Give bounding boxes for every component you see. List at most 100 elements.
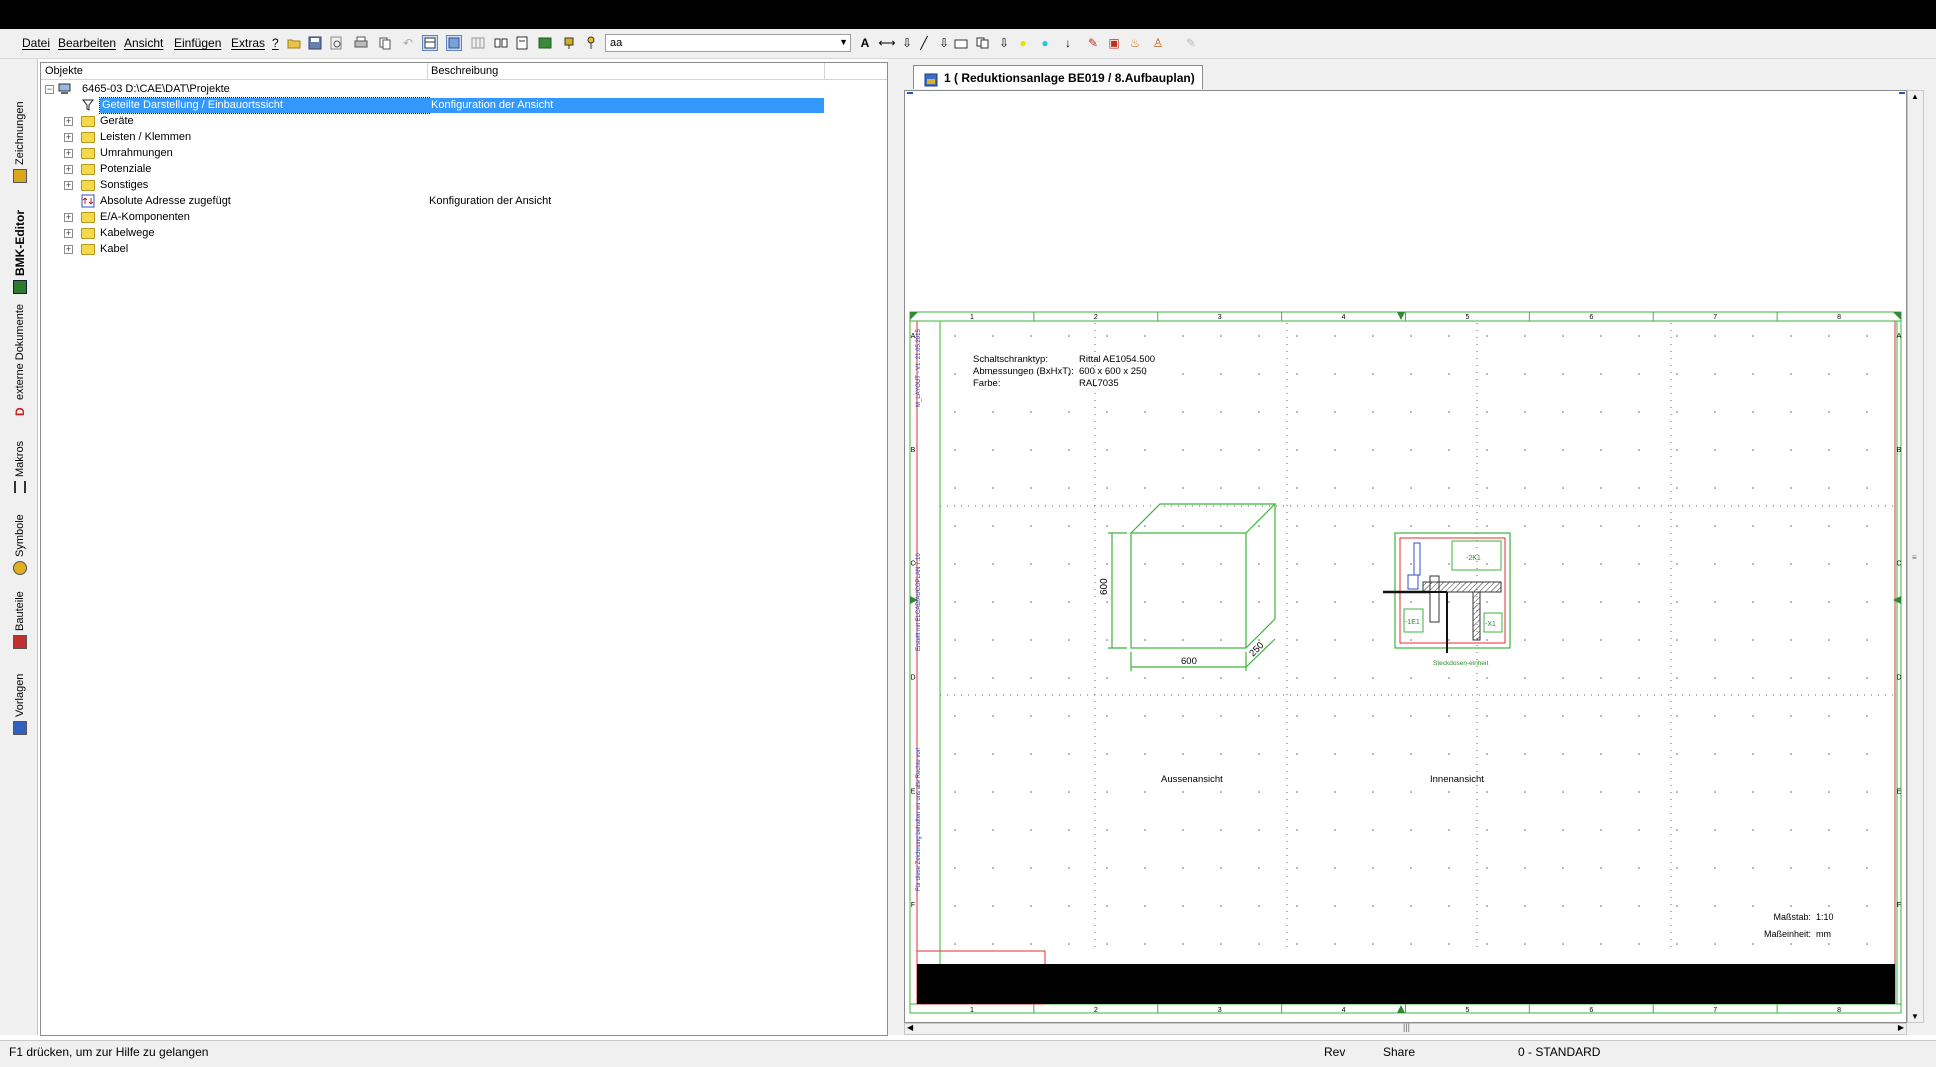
insert-icon[interactable]: ⇩ bbox=[899, 35, 915, 51]
pane-splitter[interactable] bbox=[888, 59, 901, 1035]
flame-icon[interactable]: ♨ bbox=[1127, 35, 1143, 51]
menu-einfuegen[interactable]: Einfügen bbox=[174, 36, 221, 50]
tab-zeichnungen-label: Zeichnungen bbox=[14, 101, 26, 165]
tree-row[interactable]: + E/A-Komponenten bbox=[41, 210, 887, 225]
hscroll-thumb-grip-icon[interactable]: ||| bbox=[1403, 1022, 1410, 1032]
grid-dot bbox=[1334, 411, 1336, 413]
rectangle-icon[interactable] bbox=[953, 35, 969, 51]
column-divider[interactable] bbox=[824, 63, 825, 79]
grid-dot bbox=[1828, 373, 1830, 375]
save-icon[interactable] bbox=[307, 35, 323, 51]
expand-icon[interactable]: + bbox=[64, 229, 73, 238]
copy-icon[interactable] bbox=[377, 35, 393, 51]
grid-dot bbox=[1790, 829, 1792, 831]
tab-symbole[interactable]: Symbole bbox=[9, 497, 31, 575]
arrow-down-icon[interactable]: ↓ bbox=[1060, 35, 1076, 51]
tree-row[interactable]: + Kabelwege bbox=[41, 226, 887, 241]
scroll-thumb-grip-icon[interactable]: ≡ bbox=[1912, 553, 1917, 562]
tree-root[interactable]: − 6465-03 D:\CAE\DAT\Projekte bbox=[41, 82, 887, 97]
grid-dot bbox=[1182, 639, 1184, 641]
menu-ansicht[interactable]: Ansicht bbox=[124, 36, 163, 50]
tree-row-description: Konfiguration der Ansicht bbox=[429, 195, 552, 207]
expand-icon[interactable]: + bbox=[64, 181, 73, 190]
vertical-scrollbar[interactable]: ▲ ≡ ▼ bbox=[1907, 90, 1924, 1023]
yellow-dot-icon[interactable]: ● bbox=[1015, 35, 1031, 51]
tab-makros[interactable]: Makros bbox=[9, 421, 31, 493]
person-icon[interactable]: ♙ bbox=[1150, 35, 1166, 51]
report-icon[interactable] bbox=[514, 35, 530, 51]
tree-row[interactable]: + Potenziale bbox=[41, 162, 887, 177]
tab-bauteile[interactable]: Bauteile bbox=[9, 579, 31, 649]
tool-icon[interactable]: ✎ bbox=[1085, 35, 1101, 51]
document-tab[interactable]: 1 ( Reduktionsanlage BE019 / 8.Aufbaupla… bbox=[913, 65, 1203, 89]
text-icon[interactable]: A bbox=[857, 35, 873, 51]
cyan-dot-icon[interactable]: ● bbox=[1037, 35, 1053, 51]
grid-dot bbox=[1258, 335, 1260, 337]
tree-row[interactable]: + Kabel bbox=[41, 242, 887, 257]
tree-row[interactable]: + Sonstiges bbox=[41, 178, 887, 193]
menu-datei[interactable]: Datei bbox=[22, 36, 50, 50]
grid-dot bbox=[1372, 715, 1374, 717]
grid-dot bbox=[1866, 563, 1868, 565]
expand-icon[interactable]: + bbox=[64, 133, 73, 142]
tree-row[interactable]: Geteilte Darstellung / Einbauortssicht Ko… bbox=[41, 97, 887, 114]
dimension-icon[interactable]: ⟷ bbox=[878, 35, 895, 51]
tab-bmk-editor[interactable]: BMK-Editor bbox=[9, 184, 31, 294]
print-preview-icon[interactable] bbox=[328, 35, 344, 51]
grid-dot bbox=[1524, 867, 1526, 869]
scroll-right-icon[interactable]: ▶ bbox=[1898, 1023, 1904, 1032]
tab-externe-dokumente[interactable]: D externe Dokumente bbox=[9, 296, 31, 416]
collapse-icon[interactable]: − bbox=[45, 85, 54, 94]
tab-zeichnungen[interactable]: Zeichnungen bbox=[9, 71, 31, 183]
expand-icon[interactable]: + bbox=[64, 117, 73, 126]
drawing-canvas[interactable]: 1 2 3 4 5 6 7 8 1 2 3 4 5 6 7 8 A B C D E F A B C D E F Für dies… bbox=[904, 90, 1907, 1023]
scroll-up-icon[interactable]: ▲ bbox=[1911, 92, 1919, 101]
row-letter: C bbox=[910, 561, 915, 568]
copy-doc-icon[interactable] bbox=[975, 35, 991, 51]
tree-row[interactable]: + Geräte bbox=[41, 114, 887, 129]
insert-arrow-icon[interactable]: ⇩ bbox=[936, 35, 952, 51]
grid-dot bbox=[1068, 867, 1070, 869]
horizontal-scrollbar[interactable]: ◀ ||| ▶ bbox=[904, 1022, 1907, 1035]
key-icon[interactable] bbox=[583, 35, 599, 51]
export-icon[interactable] bbox=[537, 35, 553, 51]
expand-icon[interactable]: + bbox=[64, 165, 73, 174]
undo-icon[interactable]: ↶ bbox=[400, 35, 416, 51]
menu-help[interactable]: ? bbox=[272, 36, 279, 50]
insert2-icon[interactable]: ⇩ bbox=[996, 35, 1012, 51]
scroll-down-icon[interactable]: ▼ bbox=[1911, 1012, 1919, 1021]
info-label-dim: Abmessungen (BxHxT): bbox=[973, 366, 1074, 377]
line-icon[interactable]: ╱ bbox=[916, 35, 932, 51]
tab-vorlagen[interactable]: Vorlagen bbox=[9, 655, 31, 735]
grid-icon[interactable] bbox=[470, 35, 486, 51]
overview-icon[interactable] bbox=[446, 35, 462, 51]
label-e1: -1E1 bbox=[1405, 619, 1420, 626]
expand-icon[interactable]: + bbox=[64, 213, 73, 222]
grid-dot bbox=[1790, 867, 1792, 869]
column-divider[interactable] bbox=[427, 63, 428, 79]
connector-icon[interactable]: ▣ bbox=[1106, 35, 1122, 51]
grid-dot bbox=[1866, 373, 1868, 375]
plug-icon[interactable] bbox=[561, 35, 577, 51]
col-objects-header[interactable]: Objekte bbox=[45, 65, 83, 77]
chevron-down-icon[interactable]: ▼ bbox=[839, 37, 848, 47]
menu-bearbeiten[interactable]: Bearbeiten bbox=[58, 36, 116, 50]
numbering-icon[interactable] bbox=[493, 35, 509, 51]
print-icon[interactable] bbox=[353, 35, 369, 51]
col-description-header[interactable]: Beschreibung bbox=[431, 65, 498, 77]
layer-combo[interactable]: aa ▼ bbox=[605, 34, 851, 52]
tree-row[interactable]: + Leisten / Klemmen bbox=[41, 130, 887, 145]
scroll-left-icon[interactable]: ◀ bbox=[907, 1023, 913, 1032]
expand-icon[interactable]: + bbox=[64, 149, 73, 158]
grid-dot bbox=[1410, 639, 1412, 641]
grid-dot bbox=[1752, 639, 1754, 641]
open-folder-icon[interactable] bbox=[286, 35, 302, 51]
split-view-icon[interactable] bbox=[422, 35, 438, 51]
expand-icon[interactable]: + bbox=[64, 245, 73, 254]
tree-row[interactable]: + Umrahmungen bbox=[41, 146, 887, 161]
grid-dot bbox=[1752, 715, 1754, 717]
grid-dot bbox=[1068, 449, 1070, 451]
tree-row[interactable]: Absolute Adresse zugefügt Konfiguration d… bbox=[41, 194, 887, 209]
grid-dot bbox=[1600, 373, 1602, 375]
menu-extras[interactable]: Extras bbox=[231, 36, 265, 50]
